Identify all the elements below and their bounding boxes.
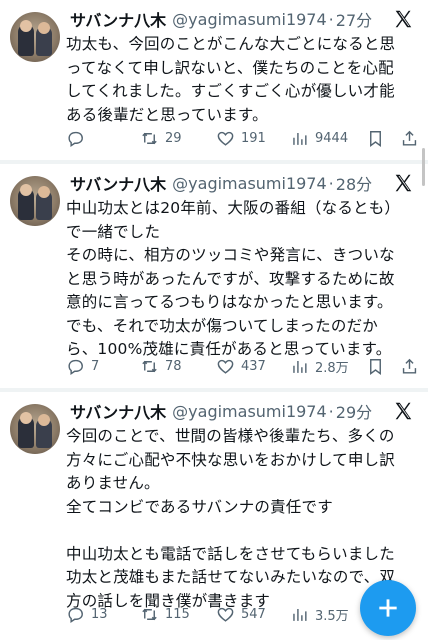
tweet-2[interactable]: サバンナ八木 @yagimasumi1974 · 28分 中山功太とは20年前、… — [0, 164, 428, 388]
retweet-count: 29 — [165, 130, 182, 146]
share-button[interactable] — [400, 354, 419, 378]
avatar[interactable] — [10, 404, 60, 454]
reply-button[interactable]: 13 — [66, 602, 108, 626]
bookmark-icon — [370, 130, 381, 147]
reply-icon — [68, 359, 83, 375]
reply-icon — [68, 131, 83, 147]
heart-icon — [217, 359, 234, 374]
compose-plus-icon — [379, 599, 397, 617]
like-count: 547 — [241, 606, 266, 622]
views-button[interactable]: 9444 — [290, 126, 348, 150]
views-icon — [293, 608, 307, 621]
separator-dot: · — [328, 9, 334, 29]
views-icon — [293, 132, 307, 145]
reply-count: 13 — [91, 606, 108, 622]
views-button[interactable]: 3.5万 — [290, 602, 349, 626]
retweet-icon — [142, 132, 157, 144]
like-count: 191 — [241, 130, 266, 146]
user-handle[interactable]: @yagimasumi1974 — [172, 10, 327, 29]
user-handle[interactable]: @yagimasumi1974 — [172, 174, 327, 193]
share-icon — [402, 130, 417, 146]
tweet-actions: 7 78 437 2.8万 — [66, 354, 419, 378]
reply-button[interactable]: 7 — [66, 354, 99, 378]
tweet-header: サバンナ八木 @yagimasumi1974 · 27分 — [70, 7, 372, 31]
heart-icon — [217, 607, 234, 622]
bookmark-icon — [370, 358, 381, 375]
x-logo-icon — [395, 402, 412, 420]
retweet-icon — [142, 608, 157, 620]
timestamp[interactable]: 29分 — [336, 399, 372, 423]
reply-button[interactable] — [66, 126, 91, 150]
avatar[interactable] — [10, 12, 60, 62]
like-button[interactable]: 191 — [216, 126, 266, 150]
bookmark-button[interactable] — [366, 354, 385, 378]
retweet-count: 115 — [165, 606, 190, 622]
avatar[interactable] — [10, 176, 60, 226]
retweet-button[interactable]: 115 — [140, 602, 190, 626]
timestamp[interactable]: 27分 — [336, 7, 372, 31]
like-count: 437 — [241, 358, 266, 374]
share-button[interactable] — [400, 126, 419, 150]
retweet-icon — [142, 360, 157, 372]
tweet-text: 中山功太とは20年前、大阪の番組（なるとも） で一緒でした その時に、相方のツッ… — [66, 199, 401, 358]
tweet-1[interactable]: サバンナ八木 @yagimasumi1974 · 27分 功太も、今回のことがこ… — [0, 0, 428, 160]
heart-icon — [217, 131, 234, 146]
tweet-text: 功太も、今回のことがこんな大ごとになると思 ってなくて申し訳ないと、僕たちのこと… — [66, 35, 396, 124]
x-logo-icon — [395, 174, 412, 192]
retweet-button[interactable]: 78 — [140, 354, 182, 378]
views-icon — [293, 360, 307, 373]
tweet-header: サバンナ八木 @yagimasumi1974 · 28分 — [70, 171, 372, 195]
tweet-actions: 29 191 9444 — [66, 126, 419, 150]
display-name[interactable]: サバンナ八木 — [70, 7, 166, 31]
reply-count: 7 — [91, 358, 100, 374]
tweet-text: 今回のことで、世間の皆様や後輩たち、多くの 方々にご心配や不快な思いをおかけして… — [66, 427, 396, 610]
tweet-header: サバンナ八木 @yagimasumi1974 · 29分 — [70, 399, 372, 423]
x-logo-icon — [395, 10, 412, 28]
reply-icon — [68, 607, 83, 623]
scrollbar[interactable] — [422, 148, 425, 186]
share-icon — [402, 358, 417, 374]
views-count: 3.5万 — [315, 608, 349, 624]
display-name[interactable]: サバンナ八木 — [70, 171, 166, 195]
like-button[interactable]: 437 — [216, 354, 266, 378]
timestamp[interactable]: 28分 — [336, 171, 372, 195]
compose-button[interactable] — [360, 580, 416, 636]
retweet-button[interactable]: 29 — [140, 126, 182, 150]
separator-dot: · — [328, 401, 334, 421]
views-button[interactable]: 2.8万 — [290, 354, 349, 378]
separator-dot: · — [328, 173, 334, 193]
bookmark-button[interactable] — [366, 126, 385, 150]
retweet-count: 78 — [165, 358, 182, 374]
like-button[interactable]: 547 — [216, 602, 266, 626]
user-handle[interactable]: @yagimasumi1974 — [172, 402, 327, 421]
views-count: 2.8万 — [315, 360, 349, 376]
views-count: 9444 — [315, 130, 349, 146]
display-name[interactable]: サバンナ八木 — [70, 399, 166, 423]
